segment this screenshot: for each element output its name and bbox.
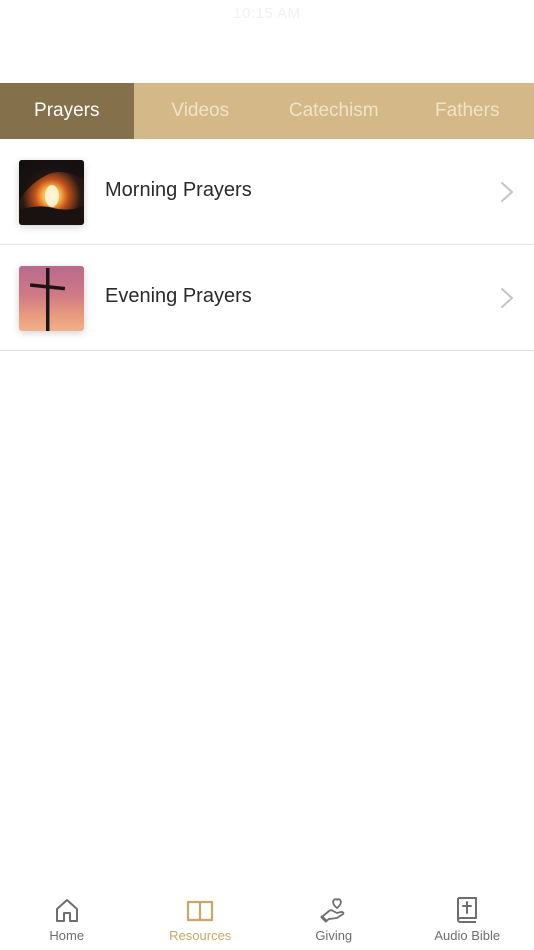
nav-label: Audio Bible xyxy=(434,928,501,943)
tab-catechism[interactable]: Catechism xyxy=(267,83,401,139)
bible-icon xyxy=(457,897,478,923)
tab-fathers[interactable]: Fathers xyxy=(401,83,534,139)
cross-sunset-image xyxy=(19,266,84,331)
status-time: 10:15 AM xyxy=(233,5,301,22)
tab-prayers[interactable]: Prayers xyxy=(0,83,134,139)
list-item-title: Evening Prayers xyxy=(105,285,252,307)
chevron-right-icon xyxy=(501,182,513,202)
hand-heart-icon xyxy=(320,898,345,923)
chevron-right-icon xyxy=(501,288,513,308)
nav-label: Resources xyxy=(169,928,232,943)
list-item-evening-prayers[interactable]: Evening Prayers xyxy=(0,245,534,351)
nav-giving[interactable]: Giving xyxy=(267,880,401,950)
list-item-title: Morning Prayers xyxy=(105,179,252,201)
bottom-tab-bar: Home Resources Giving Audio Bible xyxy=(0,880,534,950)
nav-home[interactable]: Home xyxy=(0,880,134,950)
home-icon xyxy=(55,899,78,922)
nav-label: Giving xyxy=(315,928,353,943)
book-icon xyxy=(187,900,214,922)
prayer-list: Morning Prayers Evening Prayers xyxy=(0,139,534,351)
nav-label: Home xyxy=(49,928,85,943)
nav-resources[interactable]: Resources xyxy=(134,880,268,950)
list-item-morning-prayers[interactable]: Morning Prayers xyxy=(0,139,534,245)
tab-videos[interactable]: Videos xyxy=(134,83,268,139)
nav-audio-bible[interactable]: Audio Bible xyxy=(401,880,534,950)
status-bar: 10:15 AM xyxy=(0,0,534,30)
segmented-tab-bar: Prayers Videos Catechism Fathers xyxy=(0,83,534,139)
fire-cave-image xyxy=(19,160,84,225)
